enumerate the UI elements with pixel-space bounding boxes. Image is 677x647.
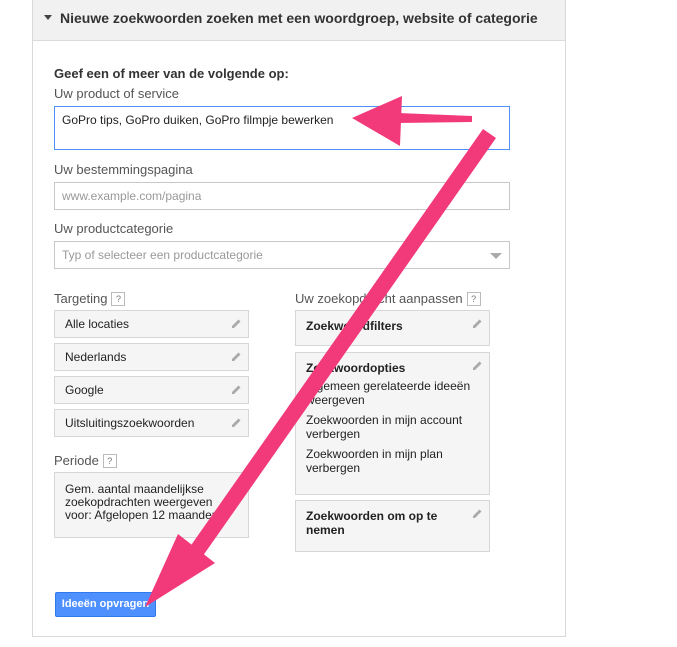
dropdown-arrow-icon[interactable]	[490, 253, 502, 259]
keywords-include-box[interactable]: Zoekwoorden om op te nemen	[295, 500, 490, 552]
keywords-include-title: Zoekwoorden om op te nemen	[306, 509, 438, 537]
pencil-icon[interactable]	[231, 318, 242, 329]
keyword-filters-title: Zoekwoordfilters	[306, 319, 403, 333]
keyword-option: Algemeen gerelateerde ideeën weergeven	[306, 379, 471, 407]
pencil-icon[interactable]	[231, 384, 242, 395]
keyword-option: Zoekwoorden in mijn account verbergen	[306, 413, 463, 441]
product-label: Uw product of service	[54, 86, 179, 101]
targeting-item-label: Nederlands	[65, 350, 127, 364]
targeting-item-network[interactable]: Google	[54, 376, 249, 404]
caret-down-icon[interactable]	[44, 15, 52, 20]
targeting-label: Targeting?	[54, 291, 126, 306]
help-icon[interactable]: ?	[111, 292, 126, 306]
form-intro: Geef een of meer van de volgende op:	[54, 66, 289, 81]
pencil-icon[interactable]	[472, 318, 483, 329]
panel-title: Nieuwe zoekwoorden zoeken met een woordg…	[60, 10, 538, 26]
periode-label-text: Periode	[54, 453, 99, 468]
keyword-search-panel: Nieuwe zoekwoorden zoeken met een woordg…	[32, 0, 566, 637]
periode-line: voor: Afgelopen 12 maanden	[65, 508, 219, 522]
targeting-item-locations[interactable]: Alle locaties	[54, 310, 249, 338]
pencil-icon[interactable]	[472, 508, 483, 519]
category-label: Uw productcategorie	[54, 221, 174, 236]
category-select[interactable]: Typ of selecteer een productcategorie	[54, 241, 510, 269]
targeting-item-label: Google	[65, 383, 104, 397]
panel-header[interactable]: Nieuwe zoekwoorden zoeken met een woordg…	[33, 0, 565, 41]
targeting-item-label: Alle locaties	[65, 317, 130, 331]
pencil-icon[interactable]	[472, 360, 483, 371]
get-ideas-button[interactable]: Ideeën opvragen	[55, 592, 156, 617]
targeting-item-negatives[interactable]: Uitsluitingszoekwoorden	[54, 409, 249, 437]
pencil-icon[interactable]	[231, 351, 242, 362]
periode-label: Periode?	[54, 453, 117, 468]
keyword-option: Zoekwoorden in mijn plan verbergen	[306, 447, 443, 475]
landing-label: Uw bestemmingspagina	[54, 162, 193, 177]
customize-label-text: Uw zoekopdracht aanpassen	[295, 291, 463, 306]
category-placeholder: Typ of selecteer een productcategorie	[62, 248, 263, 262]
targeting-item-language[interactable]: Nederlands	[54, 343, 249, 371]
keyword-options-title: Zoekwoordopties	[306, 361, 406, 375]
pencil-icon[interactable]	[231, 417, 242, 428]
help-icon[interactable]: ?	[466, 292, 481, 306]
landing-input[interactable]: www.example.com/pagina	[54, 182, 510, 210]
keyword-filters-box[interactable]: Zoekwoordfilters	[295, 310, 490, 346]
help-icon[interactable]: ?	[102, 454, 117, 468]
targeting-item-label: Uitsluitingszoekwoorden	[65, 416, 195, 430]
targeting-label-text: Targeting	[54, 291, 108, 306]
product-input[interactable]: GoPro tips, GoPro duiken, GoPro filmpje …	[54, 106, 510, 150]
periode-box[interactable]: Gem. aantal maandelijkse zoekopdrachten …	[54, 472, 249, 538]
customize-label: Uw zoekopdracht aanpassen?	[295, 291, 481, 306]
keyword-options-box[interactable]: Zoekwoordopties Algemeen gerelateerde id…	[295, 352, 490, 495]
